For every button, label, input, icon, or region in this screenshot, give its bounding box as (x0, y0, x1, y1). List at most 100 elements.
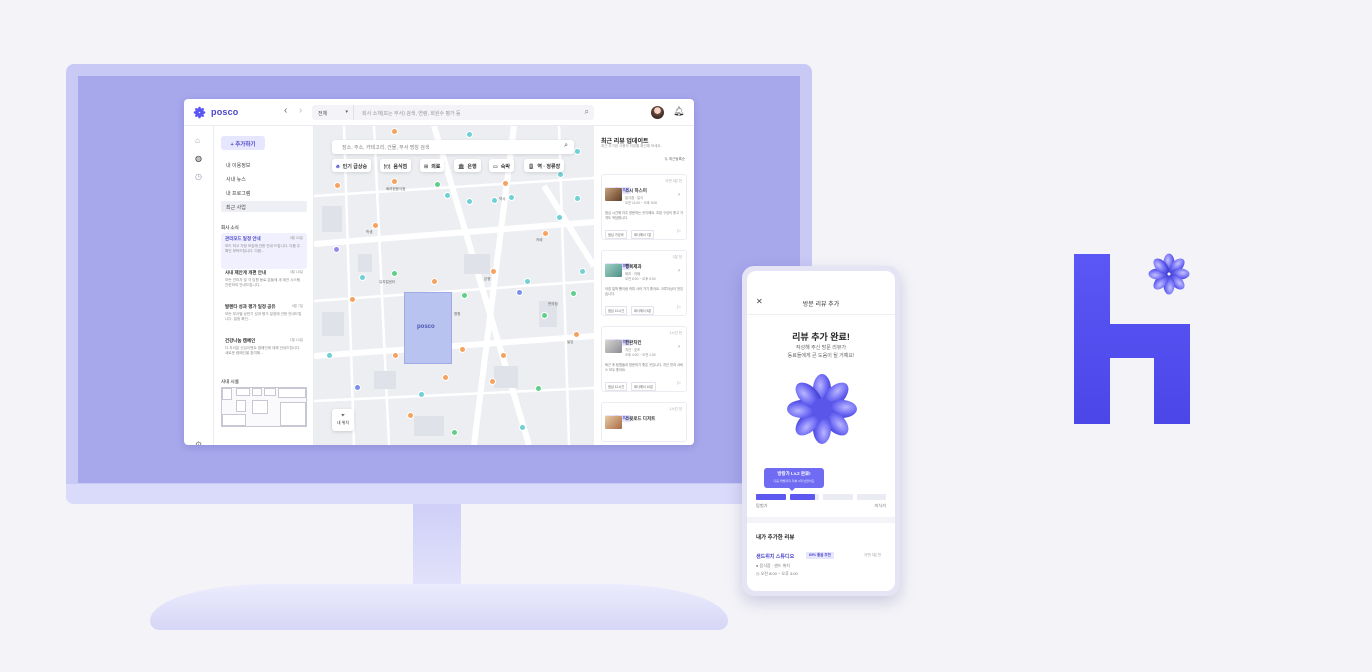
chevron-right-icon[interactable]: › (678, 344, 680, 350)
my-review-place[interactable]: 샌드위치 스튜디오 (756, 553, 794, 560)
map-pin[interactable] (334, 182, 341, 189)
bookmark-icon[interactable]: ⚐ (677, 229, 681, 235)
sidebar-item-programs[interactable]: 내 프로그램 (221, 187, 307, 198)
review-card[interactable]: 77% 좋음 추천 1시간 전 스윗로드 디저트 (601, 402, 687, 442)
search-input[interactable]: 회사 소재(또는 부서) 검색, 연령, 회원수 평가 등 (362, 110, 461, 117)
news-item[interactable]: 관리모드 일정 안내 4월 20일 모드 하고 가정 모임에 관한 안내 드립니… (221, 233, 307, 269)
chip-lodging[interactable]: ▭ 숙박 (489, 159, 514, 172)
phone-header-title: 방문 리뷰 추가 (802, 302, 840, 308)
sidebar-item-news[interactable]: 사내 뉴스 (221, 173, 307, 184)
map-pin[interactable] (557, 171, 564, 178)
map-pin[interactable] (391, 178, 398, 185)
map-pin[interactable] (444, 192, 451, 199)
map-pin[interactable] (434, 181, 441, 188)
chip-station[interactable]: 🚆︎ 역 · 정류장 (524, 159, 565, 172)
review-card[interactable]: 68% 좋음 추천 2분 전 행복제과 제과 · 카페 오전 6:00 ~ 오후… (601, 250, 687, 316)
chevron-right-icon[interactable]: › (678, 268, 680, 274)
bookmark-icon[interactable]: ⚐ (677, 381, 681, 387)
sidebar-item-recent[interactable]: 최근 사업 (221, 201, 307, 212)
map-search-input[interactable]: 장소, 주소, 카테고리, 건물, 부서 명칭 검색 ⌕ (332, 140, 574, 154)
map-pin[interactable] (391, 128, 398, 135)
avatar[interactable] (651, 106, 664, 119)
forward-arrow-icon[interactable]: › (299, 105, 302, 116)
bookmark-icon[interactable]: ⚐ (677, 305, 681, 311)
my-location-button[interactable]: ⌖ 내 위치 (332, 409, 354, 431)
sort-dropdown[interactable]: ⇅ 최근등록순 (664, 157, 685, 162)
map-pin[interactable] (392, 352, 399, 359)
bell-icon[interactable]: 🔔︎ (673, 106, 684, 117)
map-pin[interactable] (431, 278, 438, 285)
map-pin[interactable] (535, 385, 542, 392)
map-pin[interactable] (573, 331, 580, 338)
close-icon[interactable]: ✕ (756, 297, 763, 306)
map-pin[interactable] (407, 412, 414, 419)
news-item[interactable]: 발렌타 성과 평가 일정 공유 4월 7일 모든 부서별 상반기 성과 평가 일… (221, 301, 307, 337)
map-pin[interactable] (372, 222, 379, 229)
map-pin[interactable] (574, 148, 581, 155)
map-pin[interactable] (542, 230, 549, 237)
map-pin[interactable] (391, 270, 398, 277)
map-pin[interactable] (461, 292, 468, 299)
review-time: 1시간 전 (669, 407, 682, 411)
map-pin[interactable] (491, 197, 498, 204)
map-pin[interactable] (579, 268, 586, 275)
floor-room (222, 388, 232, 400)
map-pin[interactable] (489, 378, 496, 385)
review-card[interactable]: 69% 좋음 추천 이번 3분 전 스시 하스미 일식점 · 일식 오전 11:… (601, 174, 687, 240)
map-pin[interactable] (502, 180, 509, 187)
map-pin[interactable] (490, 268, 497, 275)
medical-icon: ⊞ (424, 164, 429, 170)
news-item[interactable]: 사내 제안게 개편 안내 4월 18일 모든 관리자 및 각 임원 동료 분들께… (221, 267, 307, 303)
chip-bank[interactable]: 🏛︎ 은행 (454, 159, 481, 172)
map-pin[interactable] (524, 278, 531, 285)
map-pin[interactable] (508, 194, 515, 201)
globe-icon[interactable]: ◍ (195, 154, 202, 163)
map-pin[interactable] (326, 352, 333, 359)
phone-screen: 방문 리뷰 추가 ✕ 리뷰 추가 완료! 작성해 주신 방문 리뷰가 동료들에게 … (747, 271, 895, 591)
map-pin[interactable] (354, 384, 361, 391)
add-button[interactable]: + 추가하기 (221, 136, 265, 150)
map-pin[interactable] (451, 429, 458, 436)
map-view[interactable]: posco 화려한음식점 뮤지컬센터 약사 병원 학생 은행 카페 빌딩 편의점… (314, 126, 594, 445)
map-pin[interactable] (466, 198, 473, 205)
chip-trending[interactable]: 🔥︎ 인기 급상승 (332, 159, 372, 172)
completion-title: 리뷰 추가 완료! (792, 332, 850, 342)
map-pin[interactable] (349, 296, 356, 303)
map-pin[interactable] (574, 195, 581, 202)
level-end-label: 미식가 (874, 503, 886, 508)
search-category-select[interactable]: 전체 ▾ (312, 105, 354, 120)
chip-medical[interactable]: ⊞ 의료 (420, 159, 445, 172)
chip-food[interactable]: 🍽︎ 음식점 (380, 159, 412, 172)
sidebar-item-my-info[interactable]: 내 이용정보 (221, 159, 307, 170)
map-pin[interactable] (459, 346, 466, 353)
gear-icon[interactable]: ⚙ (195, 440, 202, 445)
review-card[interactable]: 66% 좋음 추천 1시간 전 한판치킨 치킨 · 호프 오후 4:00 ~ 오… (601, 326, 687, 392)
map-pin[interactable] (418, 391, 425, 398)
map-pin[interactable] (556, 214, 563, 221)
logo-text[interactable]: posco (211, 107, 239, 117)
map-pin[interactable] (466, 131, 473, 138)
review-tag: 회사에서 10분 (631, 382, 657, 391)
review-thumbnail (605, 340, 622, 353)
home-icon[interactable]: ⌂ (195, 136, 200, 145)
search-icon[interactable]: ⌕ (564, 142, 568, 150)
floor-room (278, 388, 306, 398)
floor-plan[interactable] (221, 387, 307, 427)
my-location-label: 내 위치 (336, 420, 350, 425)
map-pin[interactable] (359, 274, 366, 281)
map-pin[interactable] (333, 246, 340, 253)
map-pin[interactable] (516, 289, 523, 296)
clock-icon[interactable]: ◷ (195, 172, 202, 181)
review-text: 점심 시간에 자주 방문하는 곳이에요. 초밥 구성이 좋고 가격도 적당합니다… (605, 211, 684, 220)
flower-logo-icon (787, 374, 857, 444)
map-pin[interactable] (519, 424, 526, 431)
map-pin[interactable] (442, 374, 449, 381)
news-item[interactable]: 건강나눔 캠페인 1월 10일 다 자녀분 신입이벤트 캠페인에 대해 안내드립… (221, 335, 307, 371)
map-pin[interactable] (500, 352, 507, 359)
progress-fill (756, 494, 786, 500)
map-pin[interactable] (570, 290, 577, 297)
chevron-right-icon[interactable]: › (678, 192, 680, 198)
map-pin[interactable] (541, 312, 548, 319)
back-arrow-icon[interactable]: ‹ (284, 105, 287, 116)
search-icon[interactable]: ⌕ (585, 107, 589, 117)
